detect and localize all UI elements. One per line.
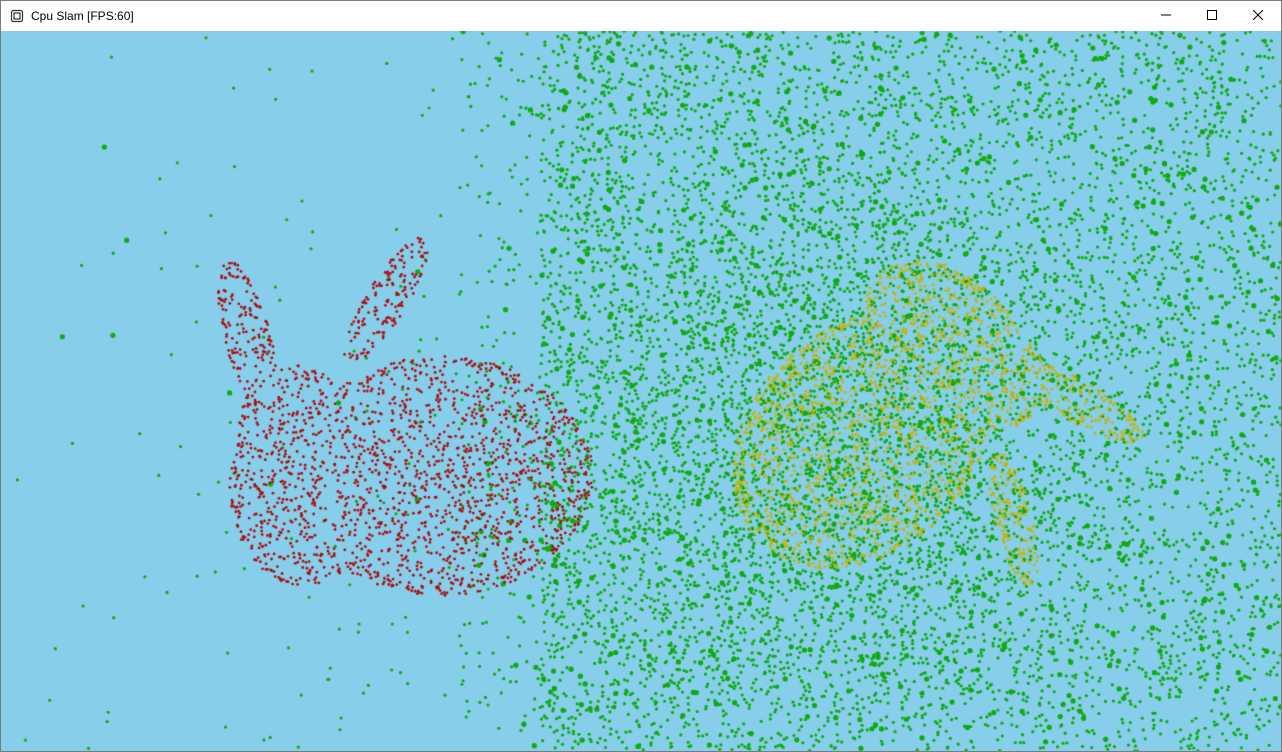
point-cloud-canvas[interactable] — [1, 31, 1281, 751]
window-title: Cpu Slam [FPS:60] — [31, 9, 134, 23]
render-viewport[interactable] — [1, 31, 1281, 751]
close-button[interactable] — [1235, 1, 1281, 31]
maximize-button[interactable] — [1189, 1, 1235, 31]
close-icon — [1252, 7, 1264, 25]
minimize-icon — [1161, 7, 1171, 25]
title-bar[interactable]: Cpu Slam [FPS:60] — [1, 1, 1281, 31]
caption-buttons — [1143, 1, 1281, 31]
app-window-icon — [9, 8, 25, 24]
minimize-button[interactable] — [1143, 1, 1189, 31]
app-window: Cpu Slam [FPS:60] — [0, 0, 1282, 752]
maximize-icon — [1207, 7, 1217, 25]
